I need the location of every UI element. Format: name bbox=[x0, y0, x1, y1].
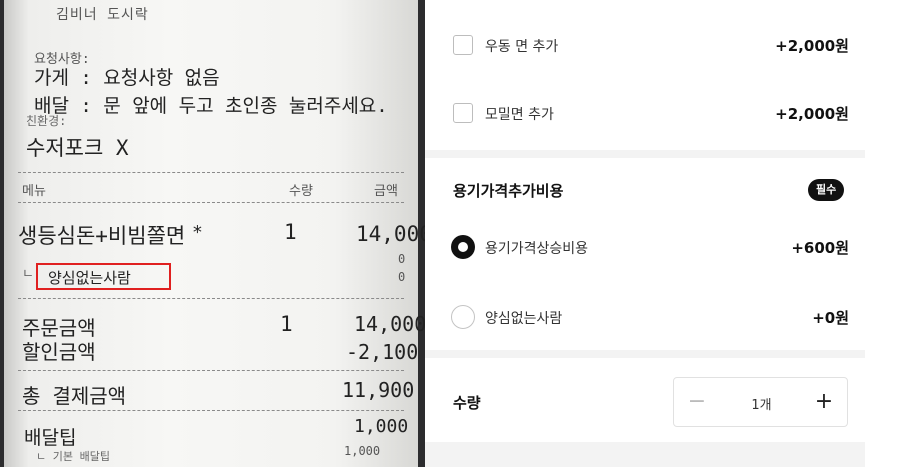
receipt-total-label: 총 결제금액 bbox=[22, 384, 127, 408]
receipt-total-amount: 11,900 bbox=[342, 378, 415, 402]
receipt-tip-detail: ㄴ 기본 배달팁 bbox=[36, 450, 110, 463]
receipt-divider bbox=[18, 172, 404, 173]
decrease-button[interactable]: − bbox=[682, 388, 712, 418]
radio-option-price-increase[interactable]: 용기가격상승비용 +600원 bbox=[425, 232, 865, 262]
receipt-tip-detail-amount: 1,000 bbox=[344, 444, 381, 458]
receipt-tip-amount: 1,000 bbox=[354, 416, 409, 437]
quantity-stepper: − 1개 + bbox=[673, 377, 848, 427]
option-row-soba[interactable]: 모밀면 추가 +2,000원 bbox=[425, 98, 865, 128]
radio-option-shameless[interactable]: 양심없는사람 +0원 bbox=[425, 302, 865, 332]
menu-options-panel: 우동 면 추가 +2,000원 모밀면 추가 +2,000원 용기가격추가비용 … bbox=[425, 0, 900, 467]
radio-selected[interactable] bbox=[451, 235, 475, 259]
receipt-divider bbox=[18, 410, 404, 411]
option-price: +2,000원 bbox=[775, 105, 849, 123]
receipt-col-qty: 수량 bbox=[289, 184, 313, 199]
quantity-value: 1개 bbox=[751, 398, 772, 413]
option-price: +600원 bbox=[791, 239, 849, 257]
receipt-item-qty: 1 bbox=[284, 220, 297, 244]
receipt-paper: 김비너 도시락 요청사항: 가게 : 요청사항 없음 배달 : 문 앞에 두고 … bbox=[4, 0, 425, 467]
receipt-tip-label: 배달팁 bbox=[24, 427, 77, 449]
bottom-separator bbox=[425, 442, 865, 467]
receipt-discount-label: 할인금액 bbox=[22, 340, 96, 364]
receipt-delivery-request: 배달 : 문 앞에 두고 초인종 눌러주세요. bbox=[34, 95, 388, 117]
receipt-item-mark: * bbox=[192, 222, 203, 243]
required-badge: 필수 bbox=[808, 179, 845, 201]
option-price: +2,000원 bbox=[775, 37, 849, 55]
receipt-zero-value: 0 bbox=[398, 270, 406, 284]
receipt-divider bbox=[18, 298, 404, 299]
receipt-discount-amount: -2,100 bbox=[346, 340, 419, 364]
receipt-photo: 김비너 도시락 요청사항: 가게 : 요청사항 없음 배달 : 문 앞에 두고 … bbox=[0, 0, 425, 467]
radio-unselected[interactable] bbox=[451, 305, 475, 329]
increase-button[interactable]: + bbox=[809, 388, 839, 418]
receipt-order-amount: 14,000 bbox=[354, 312, 425, 336]
option-label: 용기가격상승비용 bbox=[485, 241, 589, 257]
receipt-col-amount: 금액 bbox=[374, 184, 398, 199]
receipt-option-name: 양심없는사람 bbox=[48, 269, 131, 287]
quantity-title: 수량 bbox=[453, 394, 481, 412]
section-separator bbox=[425, 150, 865, 158]
receipt-divider bbox=[18, 370, 404, 371]
option-row-udon[interactable]: 우동 면 추가 +2,000원 bbox=[425, 30, 865, 60]
panel-edge bbox=[865, 0, 900, 467]
checkbox[interactable] bbox=[453, 103, 473, 123]
receipt-option-arrow: ㄴ bbox=[22, 267, 34, 282]
receipt-item-name: 생등심돈+비빔쫄면 bbox=[18, 224, 186, 248]
option-label: 우동 면 추가 bbox=[485, 39, 559, 55]
option-label: 모밀면 추가 bbox=[485, 107, 554, 123]
receipt-col-menu: 메뉴 bbox=[22, 184, 46, 199]
receipt-order-qty: 1 bbox=[280, 312, 293, 336]
section-separator bbox=[425, 350, 865, 358]
receipt-store-name: 김비너 도시락 bbox=[56, 7, 149, 23]
option-label: 양심없는사람 bbox=[485, 311, 563, 327]
receipt-item-amount: 14,000 bbox=[356, 222, 425, 246]
section-title: 용기가격추가비용 bbox=[453, 182, 564, 200]
checkbox[interactable] bbox=[453, 35, 473, 55]
receipt-zero-value: 0 bbox=[398, 252, 406, 266]
option-price: +0원 bbox=[812, 309, 849, 327]
receipt-eco-value: 수저포크 X bbox=[26, 136, 129, 160]
receipt-divider bbox=[18, 202, 404, 203]
receipt-eco-label: 친환경: bbox=[26, 114, 67, 128]
receipt-store-request: 가게 : 요청사항 없음 bbox=[34, 67, 220, 89]
